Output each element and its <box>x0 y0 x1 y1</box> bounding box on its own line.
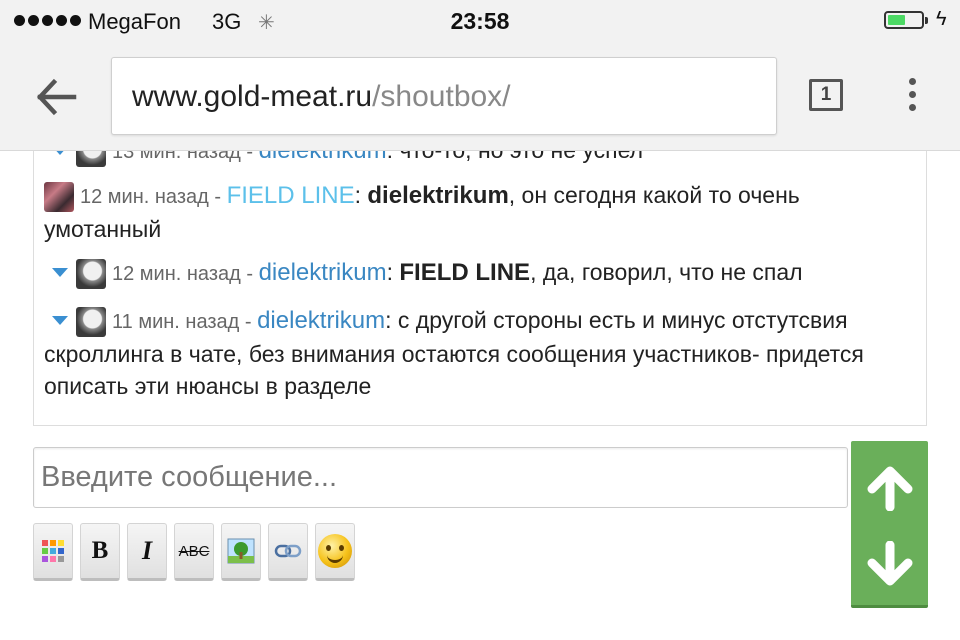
insert-link-button[interactable] <box>268 523 308 581</box>
scroll-down-button[interactable] <box>851 525 928 605</box>
back-arrow-icon <box>36 78 77 116</box>
message-time: 13 мин. назад - <box>112 151 259 163</box>
browser-toolbar: www.gold-meat.ru/shoutbox/ 1 <box>0 44 960 151</box>
url-path: /shoutbox/ <box>372 80 511 113</box>
chat-message: 12 мин. назад - FIELD LINE: dielektrikum… <box>44 179 904 245</box>
status-clock: 23:58 <box>450 8 510 34</box>
message-separator: : <box>354 182 368 208</box>
format-toolbar: B I ABC <box>33 523 355 581</box>
bold-button[interactable]: B <box>80 523 120 581</box>
back-button[interactable] <box>30 72 84 122</box>
reply-arrow-icon[interactable] <box>52 268 68 278</box>
message-separator: : <box>386 259 400 285</box>
chat-message: 11 мин. назад - dielektrikum: с другой с… <box>44 304 864 402</box>
message-time: 12 мин. назад - <box>112 263 259 285</box>
send-panel <box>851 441 928 608</box>
shoutbox-messages[interactable]: 13 мин. назад - dielektrikum: что-то, но… <box>33 151 927 426</box>
battery-tip <box>925 17 928 24</box>
insert-image-button[interactable] <box>221 523 261 581</box>
message-author[interactable]: dielektrikum <box>259 259 387 286</box>
avatar[interactable] <box>76 306 106 337</box>
overflow-menu-icon[interactable] <box>903 78 921 116</box>
italic-button[interactable]: I <box>127 523 167 581</box>
message-input[interactable] <box>33 447 848 508</box>
message-text: , да, говорил, что не спал <box>530 259 803 285</box>
message-time: 11 мин. назад - <box>112 311 258 333</box>
reply-arrow-icon[interactable] <box>52 151 68 156</box>
message-author[interactable]: dielektrikum <box>257 307 385 334</box>
chat-message-partial: 13 мин. назад - dielektrikum: что-то, но… <box>44 151 643 168</box>
message-author[interactable]: FIELD LINE <box>227 182 355 209</box>
avatar[interactable] <box>44 181 74 212</box>
avatar[interactable] <box>76 258 106 289</box>
arrow-up-icon <box>867 466 912 511</box>
battery-icon <box>884 11 924 29</box>
strikethrough-button[interactable]: ABC <box>174 523 214 581</box>
url-host: www.gold-meat.ru <box>132 80 373 113</box>
tab-switcher-button[interactable]: 1 <box>809 79 843 111</box>
reply-arrow-icon[interactable] <box>52 316 68 326</box>
smiley-icon <box>318 534 352 568</box>
scroll-up-button[interactable] <box>851 447 928 527</box>
status-bar: MegaFon 3G ✳ 23:58 ϟ <box>0 0 960 44</box>
charging-bolt-icon: ϟ <box>936 8 947 30</box>
message-separator: : <box>385 307 398 333</box>
emoticon-button[interactable] <box>315 523 355 581</box>
message-author[interactable]: dielektrikum <box>259 151 387 164</box>
color-picker-button[interactable] <box>33 523 73 581</box>
color-palette-icon <box>42 540 64 562</box>
address-bar[interactable]: www.gold-meat.ru/shoutbox/ <box>111 57 777 135</box>
message-text: : что-то, но это не успел <box>387 151 643 163</box>
image-icon <box>227 538 255 564</box>
address-url: www.gold-meat.ru/shoutbox/ <box>132 80 511 114</box>
chat-message: 12 мин. назад - dielektrikum: FIELD LINE… <box>44 256 914 290</box>
link-icon <box>274 544 302 558</box>
message-addressee: dielektrikum <box>367 182 509 209</box>
avatar[interactable] <box>76 151 106 167</box>
message-addressee: FIELD LINE <box>399 259 531 286</box>
arrow-down-icon <box>867 541 912 586</box>
message-time: 12 мин. назад - <box>80 186 227 208</box>
